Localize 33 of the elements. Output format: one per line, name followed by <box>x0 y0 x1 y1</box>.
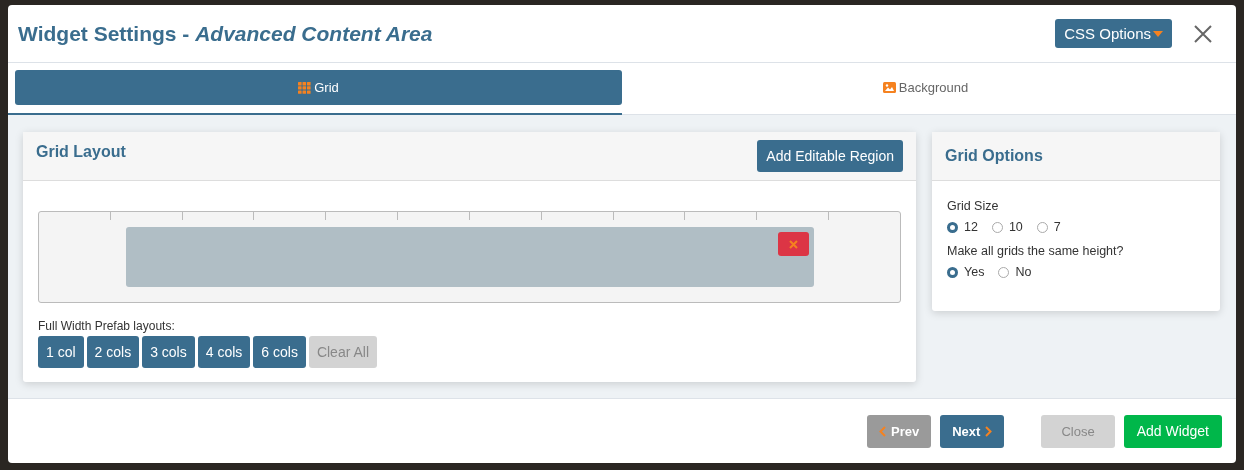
radio-label: Yes <box>964 265 985 279</box>
grid-icon <box>298 81 312 94</box>
radio-button[interactable] <box>947 266 958 278</box>
radio-label: No <box>1015 265 1032 279</box>
prev-button[interactable]: Prev <box>867 414 932 448</box>
radio-label: 10 <box>1008 220 1023 234</box>
radio-label: 12 <box>964 220 978 234</box>
radio-button[interactable] <box>998 266 1010 278</box>
css-options-button[interactable]: CSS Options <box>1055 19 1172 48</box>
window-title: Widget Settings - Advanced Content Area <box>18 21 434 46</box>
prefab-button[interactable]: 6 cols <box>253 336 306 368</box>
close-icon <box>789 239 798 249</box>
radio-button[interactable] <box>1036 221 1048 233</box>
chevron-right-icon <box>985 425 993 437</box>
prefab-button[interactable]: 2 cols <box>86 336 140 368</box>
chevron-left-icon <box>879 425 886 437</box>
close-icon[interactable] <box>1194 24 1212 43</box>
card-title: Grid Options <box>945 147 1043 165</box>
prefab-button[interactable]: 4 cols <box>197 336 251 368</box>
option-label: Make all grids the same height? <box>947 244 1125 258</box>
card-title: Grid Layout <box>36 143 126 161</box>
next-button[interactable]: Next <box>940 414 1005 448</box>
remove-button[interactable] <box>778 232 809 256</box>
option-label: Grid Size <box>947 199 1000 213</box>
add-region-button[interactable]: Add Editable Region <box>757 140 903 172</box>
radio-button[interactable] <box>991 221 1003 233</box>
caret-icon <box>1153 30 1163 37</box>
prefab-button[interactable]: 1 col <box>38 336 84 368</box>
prefab-button[interactable]: 3 cols <box>142 336 195 368</box>
image-icon <box>882 82 896 93</box>
prefab-label: Full Width Prefab layouts: <box>38 319 176 333</box>
radio-label: 7 <box>1053 220 1061 234</box>
radio-button[interactable] <box>947 221 958 233</box>
